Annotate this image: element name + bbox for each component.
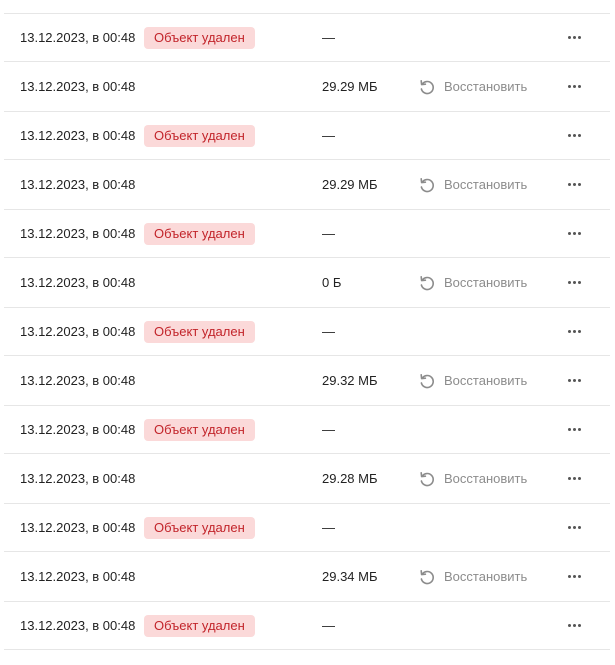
list-item: 13.12.2023, в 00:48 29.29 МБ Восстановит… <box>4 160 610 210</box>
more-horizontal-icon <box>567 183 581 186</box>
version-date: 13.12.2023, в 00:48 <box>20 177 136 192</box>
list-item: 13.12.2023, в 00:48 29.34 МБ Восстановит… <box>4 552 610 602</box>
restore-button[interactable]: Восстановить <box>418 62 527 111</box>
version-date: 13.12.2023, в 00:48 <box>20 373 136 388</box>
restore-label: Восстановить <box>444 373 528 388</box>
more-horizontal-icon <box>567 281 581 284</box>
more-options-button[interactable] <box>562 371 586 391</box>
version-size: — <box>322 324 335 339</box>
version-date: 13.12.2023, в 00:48 <box>20 79 136 94</box>
more-options-button[interactable] <box>562 616 586 636</box>
version-date: 13.12.2023, в 00:48 <box>20 30 136 45</box>
list-item: 13.12.2023, в 00:48 Объект удален — <box>4 504 610 552</box>
list-item: 13.12.2023, в 00:48 Объект удален — <box>4 210 610 258</box>
more-options-button[interactable] <box>562 28 586 48</box>
version-size: 0 Б <box>322 275 342 290</box>
version-date: 13.12.2023, в 00:48 <box>20 275 136 290</box>
more-horizontal-icon <box>567 526 581 529</box>
more-horizontal-icon <box>567 134 581 137</box>
restore-button[interactable]: Восстановить <box>418 356 527 405</box>
more-horizontal-icon <box>567 379 581 382</box>
version-size: 29.28 МБ <box>322 471 378 486</box>
restore-button[interactable]: Восстановить <box>418 258 527 307</box>
version-size: — <box>322 226 335 241</box>
restore-label: Восстановить <box>444 471 528 486</box>
version-date: 13.12.2023, в 00:48 <box>20 471 136 486</box>
restore-label: Восстановить <box>444 569 528 584</box>
undo-arrow-icon <box>418 568 436 586</box>
more-horizontal-icon <box>567 477 581 480</box>
version-size: 29.29 МБ <box>322 79 378 94</box>
version-size: — <box>322 128 335 143</box>
version-date: 13.12.2023, в 00:48 <box>20 128 136 143</box>
version-date: 13.12.2023, в 00:48 <box>20 618 136 633</box>
restore-button[interactable]: Восстановить <box>418 454 527 503</box>
version-date: 13.12.2023, в 00:48 <box>20 569 136 584</box>
status-badge: Объект удален <box>144 516 255 539</box>
undo-arrow-icon <box>418 470 436 488</box>
list-item: 13.12.2023, в 00:48 Объект удален — <box>4 602 610 650</box>
version-size: — <box>322 618 335 633</box>
status-badge: Объект удален <box>144 124 255 147</box>
list-item: 13.12.2023, в 00:48 Объект удален — <box>4 14 610 62</box>
version-size: — <box>322 422 335 437</box>
version-size: — <box>322 520 335 535</box>
version-size: 29.29 МБ <box>322 177 378 192</box>
more-options-button[interactable] <box>562 77 586 97</box>
restore-button[interactable]: Восстановить <box>418 160 527 209</box>
more-horizontal-icon <box>567 85 581 88</box>
version-size: 29.34 МБ <box>322 569 378 584</box>
version-size: 29.32 МБ <box>322 373 378 388</box>
list-item: 13.12.2023, в 00:48 29.32 МБ Восстановит… <box>4 356 610 406</box>
more-options-button[interactable] <box>562 175 586 195</box>
list-item: 13.12.2023, в 00:48 0 Б Восстановить <box>4 258 610 308</box>
more-horizontal-icon <box>567 330 581 333</box>
status-badge: Объект удален <box>144 614 255 637</box>
restore-button[interactable]: Восстановить <box>418 552 527 601</box>
undo-arrow-icon <box>418 78 436 96</box>
status-badge: Объект удален <box>144 26 255 49</box>
version-date: 13.12.2023, в 00:48 <box>20 324 136 339</box>
more-options-button[interactable] <box>562 273 586 293</box>
undo-arrow-icon <box>418 176 436 194</box>
more-horizontal-icon <box>567 232 581 235</box>
status-badge: Объект удален <box>144 418 255 441</box>
more-options-button[interactable] <box>562 567 586 587</box>
version-date: 13.12.2023, в 00:48 <box>20 520 136 535</box>
restore-label: Восстановить <box>444 177 528 192</box>
list-item: 13.12.2023, в 00:48 Объект удален — <box>4 406 610 454</box>
version-date: 13.12.2023, в 00:48 <box>20 226 136 241</box>
more-horizontal-icon <box>567 428 581 431</box>
undo-arrow-icon <box>418 372 436 390</box>
more-options-button[interactable] <box>562 126 586 146</box>
restore-label: Восстановить <box>444 79 528 94</box>
more-options-button[interactable] <box>562 518 586 538</box>
more-horizontal-icon <box>567 575 581 578</box>
version-history-list: 13.12.2023, в 00:48 Объект удален — 13.1… <box>4 13 610 650</box>
undo-arrow-icon <box>418 274 436 292</box>
more-options-button[interactable] <box>562 469 586 489</box>
more-horizontal-icon <box>567 624 581 627</box>
more-horizontal-icon <box>567 36 581 39</box>
list-item: 13.12.2023, в 00:48 29.29 МБ Восстановит… <box>4 62 610 112</box>
list-item: 13.12.2023, в 00:48 Объект удален — <box>4 308 610 356</box>
list-item: 13.12.2023, в 00:48 Объект удален — <box>4 112 610 160</box>
list-item: 13.12.2023, в 00:48 29.28 МБ Восстановит… <box>4 454 610 504</box>
version-date: 13.12.2023, в 00:48 <box>20 422 136 437</box>
restore-label: Восстановить <box>444 275 528 290</box>
status-badge: Объект удален <box>144 320 255 343</box>
more-options-button[interactable] <box>562 224 586 244</box>
more-options-button[interactable] <box>562 420 586 440</box>
version-size: — <box>322 30 335 45</box>
status-badge: Объект удален <box>144 222 255 245</box>
more-options-button[interactable] <box>562 322 586 342</box>
